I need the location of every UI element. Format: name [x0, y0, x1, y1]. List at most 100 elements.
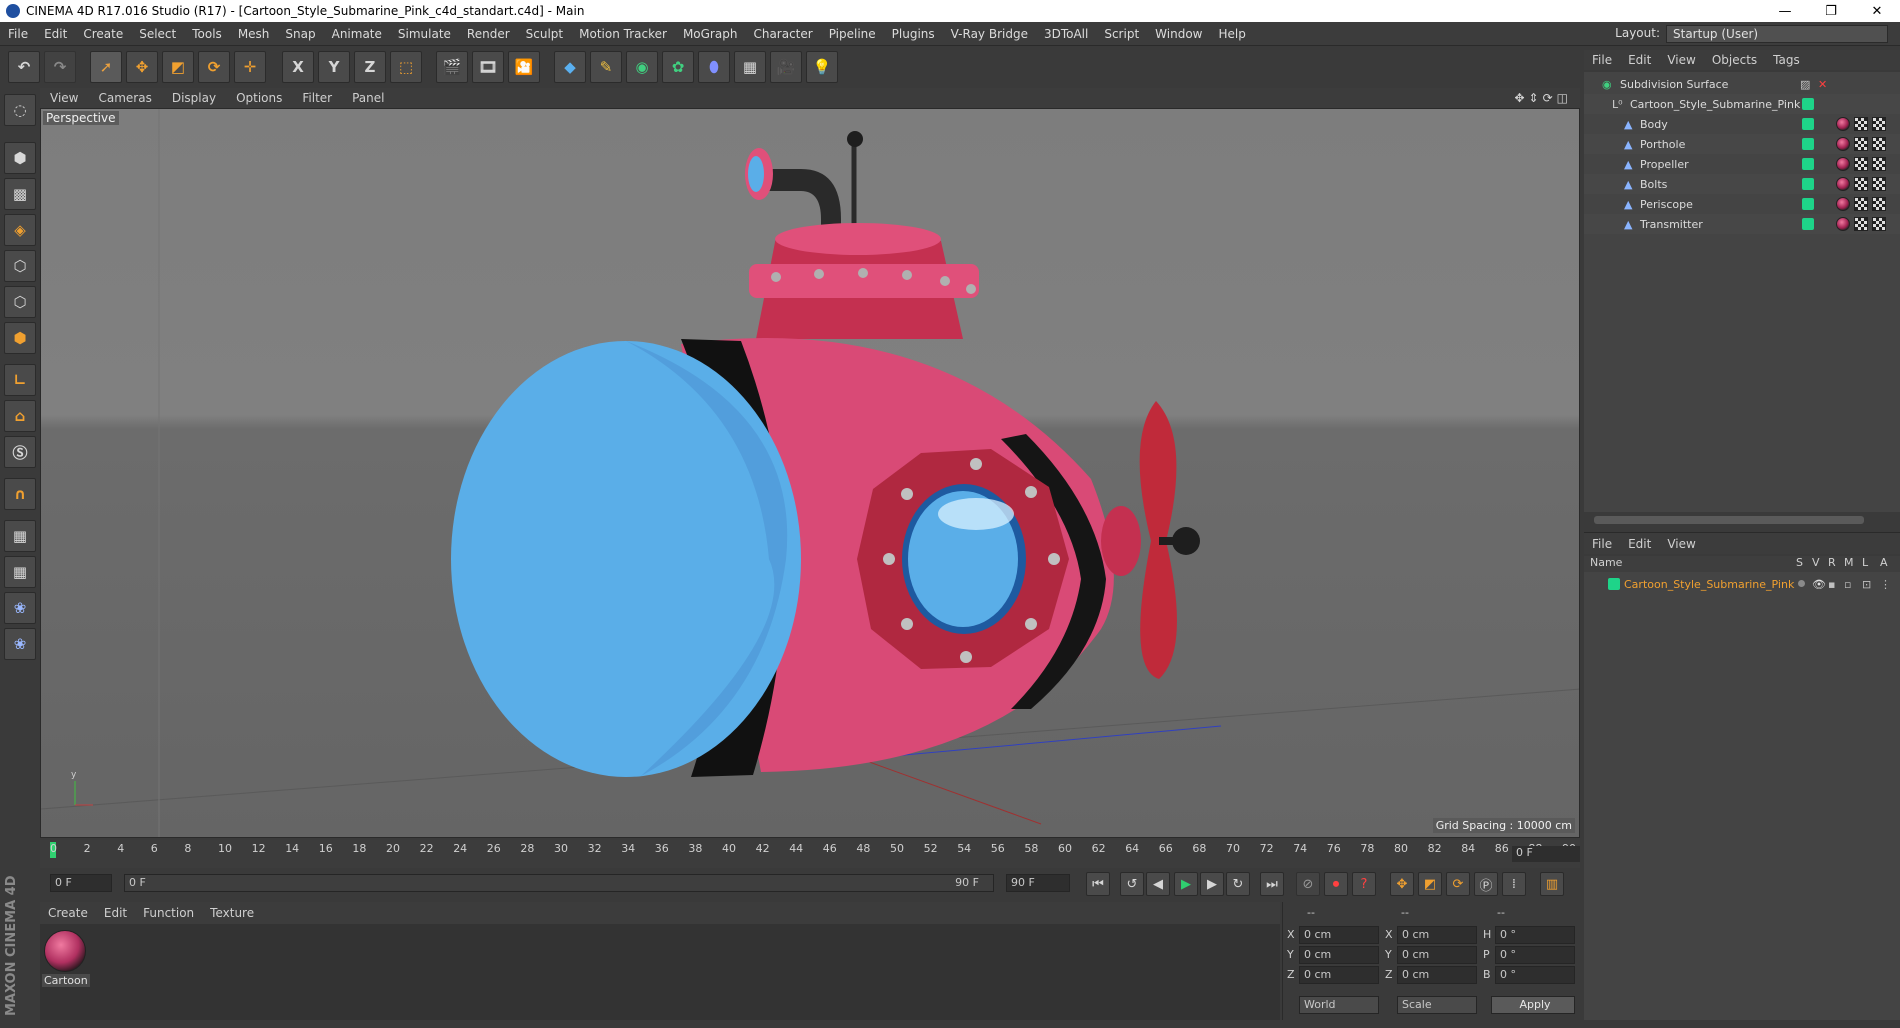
- texture-tag-icon[interactable]: [1854, 217, 1868, 231]
- redo-button[interactable]: ↷: [44, 51, 76, 83]
- material-menu-edit[interactable]: Edit: [96, 906, 135, 920]
- object-name[interactable]: Bolts: [1640, 178, 1667, 191]
- size-y-field[interactable]: 0 cm: [1397, 946, 1477, 964]
- make-editable-button[interactable]: ◌: [4, 94, 36, 126]
- layout-select[interactable]: Startup (User): [1666, 25, 1888, 43]
- texture-tag-icon[interactable]: [1854, 117, 1868, 131]
- object-menu-tags[interactable]: Tags: [1765, 53, 1808, 67]
- deformer-button[interactable]: ⬮: [698, 51, 730, 83]
- object-name[interactable]: Subdivision Surface: [1620, 78, 1728, 91]
- next-frame-button[interactable]: ▶: [1200, 872, 1224, 896]
- layer-color-tag[interactable]: [1802, 158, 1814, 170]
- texture-tag-icon[interactable]: [1872, 137, 1886, 151]
- object-menu-file[interactable]: File: [1584, 53, 1620, 67]
- object-menu-objects[interactable]: Objects: [1704, 53, 1765, 67]
- coord-mode-select[interactable]: Scale: [1397, 996, 1477, 1014]
- object-row[interactable]: ▲ Propeller: [1584, 154, 1900, 174]
- rotation-p-field[interactable]: 0 °: [1495, 946, 1575, 964]
- texture-tag-icon[interactable]: [1872, 197, 1886, 211]
- subdivision-button[interactable]: ◉: [626, 51, 658, 83]
- object-row[interactable]: ◉ Subdivision Surface ▨ ✕: [1584, 74, 1900, 94]
- select-tool-button[interactable]: ➚: [90, 51, 122, 83]
- material-menu-function[interactable]: Function: [135, 906, 202, 920]
- texture-tag-icon[interactable]: [1872, 117, 1886, 131]
- material-tag-icon[interactable]: [1836, 117, 1850, 131]
- viewport-menu-display[interactable]: Display: [162, 91, 226, 105]
- coordinate-system-button[interactable]: ⬚: [390, 51, 422, 83]
- menu-select[interactable]: Select: [131, 27, 184, 41]
- texture-tag-icon[interactable]: [1854, 137, 1868, 151]
- material-tag-icon[interactable]: [1836, 177, 1850, 191]
- record-button[interactable]: ⏺: [1324, 872, 1348, 896]
- floor-button[interactable]: ▦: [734, 51, 766, 83]
- texture-tag-icon[interactable]: [1872, 157, 1886, 171]
- undo-button[interactable]: ↶: [8, 51, 40, 83]
- layer-color-tag[interactable]: [1802, 178, 1814, 190]
- model-mode-button[interactable]: ⬢: [4, 142, 36, 174]
- material-tag-icon[interactable]: [1836, 137, 1850, 151]
- render-picture-viewer-button[interactable]: 🎞: [472, 51, 504, 83]
- layer-color-tag[interactable]: [1802, 118, 1814, 130]
- position-x-field[interactable]: 0 cm: [1299, 926, 1379, 944]
- key-position-button[interactable]: ✥: [1390, 872, 1414, 896]
- key-parameter-button[interactable]: Ⓟ: [1474, 872, 1498, 896]
- manager-toggle-icon[interactable]: ▫: [1844, 578, 1851, 591]
- material-swatch[interactable]: [44, 930, 86, 972]
- workplane-button[interactable]: ◈: [4, 214, 36, 246]
- object-name[interactable]: Body: [1640, 118, 1668, 131]
- snap-button[interactable]: Ⓢ: [4, 436, 36, 468]
- axis-z-button[interactable]: Z: [354, 51, 386, 83]
- menu-vray-bridge[interactable]: V-Ray Bridge: [943, 27, 1036, 41]
- key-rotation-button[interactable]: ⟳: [1446, 872, 1470, 896]
- material-menu-texture[interactable]: Texture: [202, 906, 262, 920]
- texture-mode-button[interactable]: ▩: [4, 178, 36, 210]
- viewport-menu-cameras[interactable]: Cameras: [88, 91, 161, 105]
- cube-object-button[interactable]: ◆: [554, 51, 586, 83]
- material-tag-icon[interactable]: [1836, 157, 1850, 171]
- menu-mograph[interactable]: MoGraph: [675, 27, 746, 41]
- current-frame-field[interactable]: 0 F: [1512, 846, 1580, 862]
- end-frame-field[interactable]: 90 F: [1006, 874, 1070, 892]
- object-menu-view[interactable]: View: [1659, 53, 1703, 67]
- render-view-button[interactable]: 🎬: [436, 51, 468, 83]
- menu-edit[interactable]: Edit: [36, 27, 75, 41]
- material-tag-icon[interactable]: [1836, 197, 1850, 211]
- python-button-1[interactable]: ❀: [4, 592, 36, 624]
- column-animation[interactable]: A: [1880, 556, 1888, 569]
- position-z-field[interactable]: 0 cm: [1299, 966, 1379, 984]
- magnet-button[interactable]: ∩: [4, 478, 36, 510]
- material-tag-icon[interactable]: [1836, 217, 1850, 231]
- size-z-field[interactable]: 0 cm: [1397, 966, 1477, 984]
- layer-row[interactable]: Cartoon_Style_Submarine_Pink 👁 ▪ ▫ ⊡ ⋮: [1584, 574, 1900, 594]
- render-toggle-icon[interactable]: ▪: [1828, 578, 1835, 591]
- material-menu-create[interactable]: Create: [40, 906, 96, 920]
- edges-mode-button[interactable]: ⬡: [4, 286, 36, 318]
- layer-menu-edit[interactable]: Edit: [1620, 537, 1659, 551]
- menu-motion-tracker[interactable]: Motion Tracker: [571, 27, 675, 41]
- previous-frame-button[interactable]: ◀: [1146, 872, 1170, 896]
- layer-color-tag[interactable]: [1802, 198, 1814, 210]
- column-name[interactable]: Name: [1590, 556, 1622, 569]
- object-row[interactable]: ▲ Periscope: [1584, 194, 1900, 214]
- menu-render[interactable]: Render: [459, 27, 518, 41]
- close-button[interactable]: ✕: [1854, 0, 1900, 22]
- layer-menu-view[interactable]: View: [1659, 537, 1703, 551]
- viewport-menu-filter[interactable]: Filter: [292, 91, 342, 105]
- tweak-mode-button[interactable]: ⌂: [4, 400, 36, 432]
- texture-tag-icon[interactable]: [1872, 217, 1886, 231]
- menu-plugins[interactable]: Plugins: [884, 27, 943, 41]
- rotate-tool-button[interactable]: ⟳: [198, 51, 230, 83]
- viewport-menu-panel[interactable]: Panel: [342, 91, 394, 105]
- solo-toggle-icon[interactable]: [1798, 580, 1805, 587]
- render-settings-button[interactable]: 🎦: [508, 51, 540, 83]
- object-name[interactable]: Cartoon_Style_Submarine_Pink: [1630, 98, 1800, 111]
- key-pla-button[interactable]: ⁞: [1502, 872, 1526, 896]
- object-name[interactable]: Periscope: [1640, 198, 1693, 211]
- menu-file[interactable]: File: [0, 27, 36, 41]
- object-row[interactable]: ▲ Transmitter: [1584, 214, 1900, 234]
- layer-menu-file[interactable]: File: [1584, 537, 1620, 551]
- layer-color-tag[interactable]: [1802, 98, 1814, 110]
- layer-color-swatch[interactable]: [1608, 578, 1620, 590]
- viewport-menu-view[interactable]: View: [40, 91, 88, 105]
- texture-tag-icon[interactable]: [1854, 177, 1868, 191]
